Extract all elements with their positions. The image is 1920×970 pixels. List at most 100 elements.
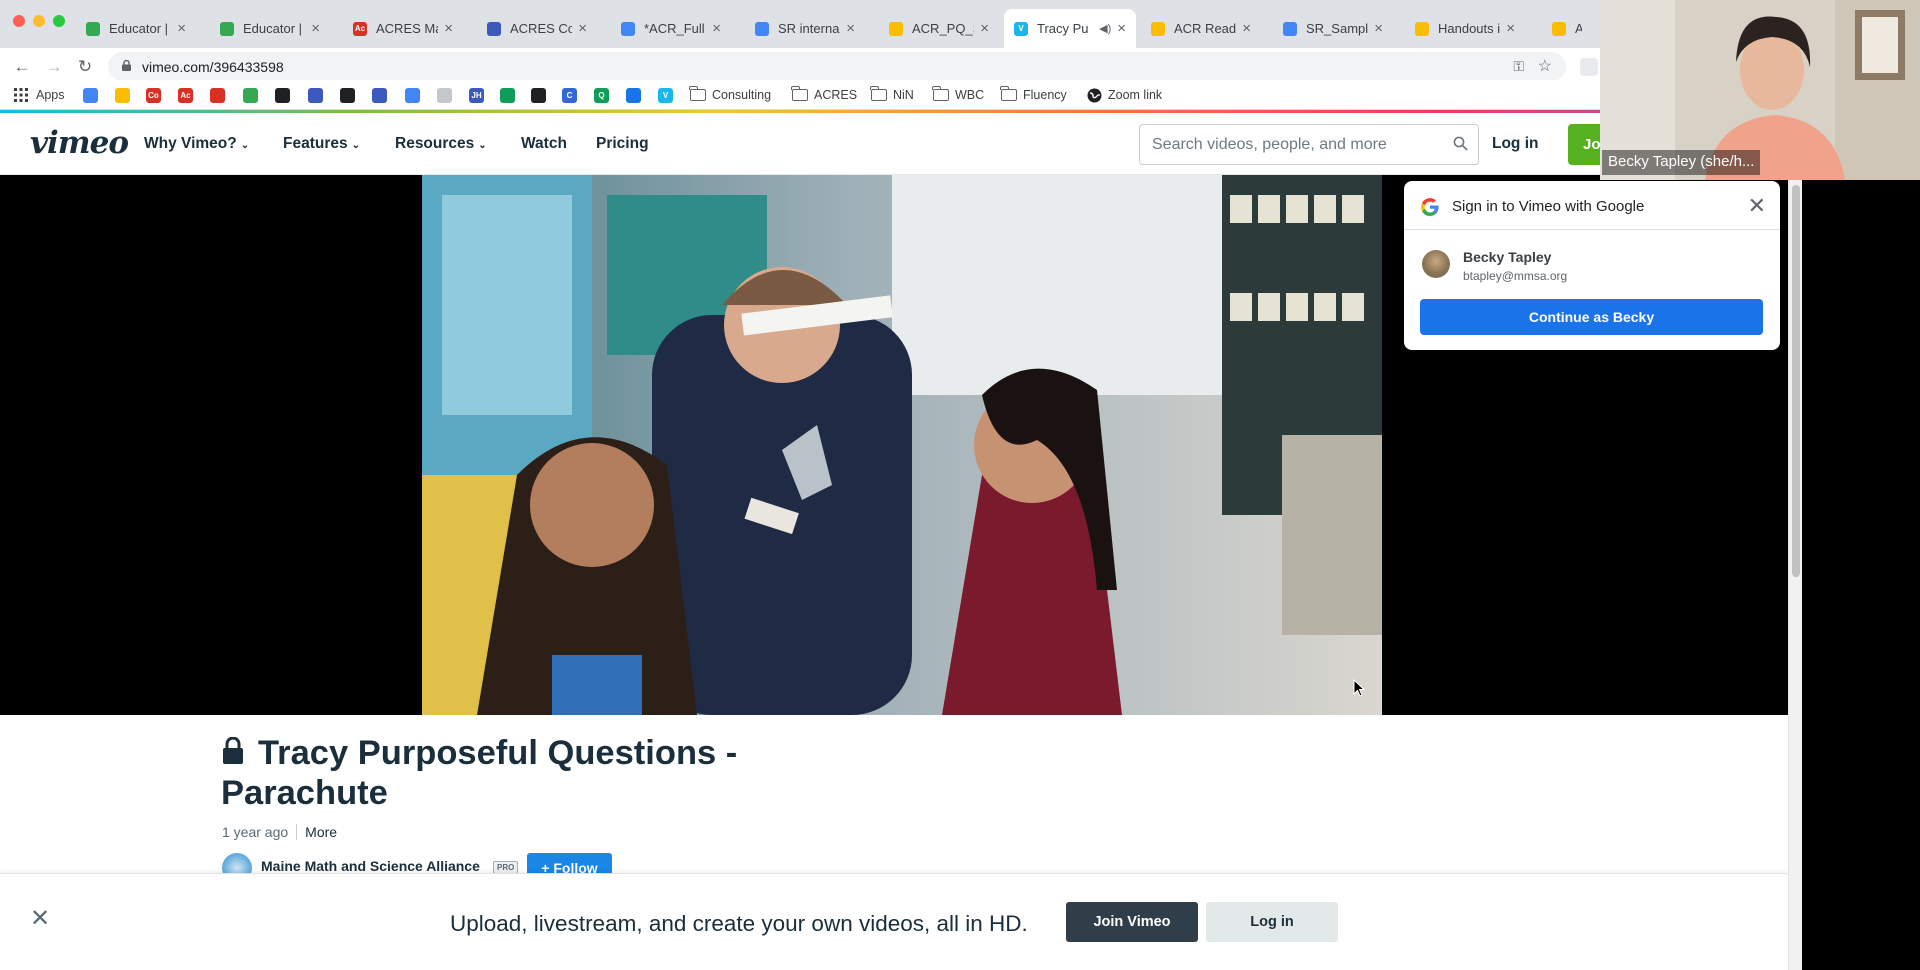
- nav-item[interactable]: Pricing: [596, 135, 649, 153]
- vimeo-logo[interactable]: vimeo: [30, 125, 129, 161]
- vimeo-header: vimeo Why Vimeo? ⌄ Features ⌄ Resources ⌄ Watc…: [0, 113, 1788, 175]
- nav-item[interactable]: Why Vimeo? ⌄: [144, 135, 249, 153]
- close-tab-icon[interactable]: ×: [1117, 20, 1126, 37]
- apps-bookmark[interactable]: Apps: [14, 87, 65, 103]
- bookmark-icon[interactable]: [372, 87, 387, 103]
- browser-tab[interactable]: AC: [1542, 9, 1592, 48]
- bookmark-icon[interactable]: [210, 87, 225, 103]
- reload-icon[interactable]: ↻: [75, 57, 95, 77]
- zoom-window-button[interactable]: [53, 15, 65, 27]
- close-tab-icon[interactable]: ×: [1374, 20, 1383, 37]
- minimize-window-button[interactable]: [33, 15, 45, 27]
- bookmark-folder[interactable]: Consulting: [689, 86, 771, 103]
- search-box[interactable]: [1139, 124, 1479, 165]
- bookmark-icon[interactable]: [243, 87, 258, 103]
- join-vimeo-button[interactable]: Join Vimeo: [1066, 902, 1198, 942]
- folder-icon: [932, 86, 949, 101]
- browser-tab[interactable]: ACRES Coac ×: [477, 9, 597, 48]
- key-icon[interactable]: ⚿: [1513, 58, 1524, 75]
- back-icon[interactable]: ←: [12, 57, 32, 77]
- screen: Educator | T× Educator | T× AcACRES Mast× A…: [0, 0, 1920, 970]
- owner-name[interactable]: Maine Math and Science Alliance: [261, 858, 480, 874]
- tab-favicon-icon: [220, 21, 234, 36]
- bookmark-icon[interactable]: [115, 87, 130, 103]
- close-tab-icon[interactable]: ×: [177, 20, 186, 37]
- bookmark-icon[interactable]: Co: [146, 87, 161, 103]
- close-tab-icon[interactable]: ×: [1506, 20, 1515, 37]
- page-scrollbar[interactable]: [1788, 175, 1802, 970]
- signin-title: Sign in to Vimeo with Google: [1452, 198, 1645, 215]
- close-window-button[interactable]: [13, 15, 25, 27]
- bookmark-icon[interactable]: C: [562, 87, 577, 103]
- browser-tab[interactable]: SR_Sample ×: [1273, 9, 1393, 48]
- bookmark-icon[interactable]: [500, 87, 515, 103]
- browser-tab[interactable]: SR internal r ×: [745, 9, 865, 48]
- nav-item[interactable]: Resources ⌄: [395, 135, 487, 153]
- more-link[interactable]: More: [305, 824, 337, 840]
- close-tab-icon[interactable]: ×: [578, 20, 587, 37]
- nav-item-label: Pricing: [596, 135, 649, 152]
- bookmark-favicon-icon: [243, 87, 258, 103]
- browser-tab[interactable]: ACR_PQ_Sta ×: [879, 9, 999, 48]
- bookmark-favicon-icon: [275, 87, 290, 103]
- bookmark-folder[interactable]: WBC: [932, 86, 984, 103]
- star-icon[interactable]: ☆: [1538, 56, 1552, 76]
- close-tab-icon[interactable]: ×: [980, 20, 989, 37]
- url-text[interactable]: vimeo.com/396433598: [142, 59, 284, 75]
- extension-icon[interactable]: [1580, 58, 1598, 76]
- browser-tab[interactable]: Handouts in ×: [1405, 9, 1525, 48]
- bookmark-folder[interactable]: Fluency: [1000, 86, 1067, 103]
- close-icon[interactable]: ✕: [1748, 193, 1766, 219]
- bookmark-icon[interactable]: V: [658, 87, 673, 103]
- bookmark-icon[interactable]: Ac: [178, 87, 193, 103]
- bookmark-folder[interactable]: NiN: [870, 86, 914, 103]
- nav-item[interactable]: Watch: [521, 135, 567, 153]
- bookmark-icon[interactable]: [308, 87, 323, 103]
- bookmark-icon[interactable]: [437, 87, 452, 103]
- account-avatar: [1422, 250, 1450, 278]
- bookmark-icon[interactable]: [275, 87, 290, 103]
- browser-tab[interactable]: Educator | T ×: [76, 9, 196, 48]
- login-link[interactable]: Log in: [1492, 135, 1539, 153]
- search-icon[interactable]: [1453, 136, 1468, 151]
- browser-tab[interactable]: Ac ACRES Mast ×: [343, 9, 463, 48]
- google-signin-popup: Sign in to Vimeo with Google ✕ Becky Tap…: [1404, 181, 1780, 350]
- bookmark-favicon-icon: Q: [594, 87, 609, 103]
- bookmark-icon[interactable]: Q: [594, 87, 609, 103]
- search-input[interactable]: [1152, 134, 1442, 156]
- close-tab-icon[interactable]: ×: [846, 20, 855, 37]
- speaker-icon[interactable]: ◀): [1099, 22, 1111, 35]
- bookmark-icon[interactable]: JH: [469, 87, 484, 103]
- scroll-thumb[interactable]: [1792, 185, 1800, 577]
- bookmark-icon[interactable]: [531, 87, 546, 103]
- browser-tab[interactable]: ACR Ready ×: [1141, 9, 1261, 48]
- bookmark-folder[interactable]: ACRES: [791, 86, 857, 103]
- video-meta: 1 year ago More: [222, 824, 337, 840]
- browser-tab[interactable]: *ACR_Full M ×: [611, 9, 731, 48]
- tab-favicon-icon: [1283, 21, 1297, 36]
- close-banner-icon[interactable]: ✕: [30, 904, 50, 933]
- tab-favicon-icon: V: [1014, 21, 1028, 36]
- account-name: Becky Tapley: [1463, 249, 1552, 265]
- zoom-video-tile: Becky Tapley (she/h...: [1600, 0, 1920, 180]
- continue-as-button[interactable]: Continue as Becky: [1420, 299, 1763, 335]
- close-tab-icon[interactable]: ×: [1242, 20, 1251, 37]
- bookmark-icon[interactable]: [405, 87, 420, 103]
- nav-item[interactable]: Features ⌄: [283, 135, 360, 153]
- close-tab-icon[interactable]: ×: [444, 20, 453, 37]
- banner-login-button[interactable]: Log in: [1206, 902, 1338, 942]
- browser-tab[interactable]: Educator | T ×: [210, 9, 330, 48]
- browser-tab[interactable]: V Tracy Pu ◀) ×: [1004, 9, 1136, 48]
- address-bar[interactable]: vimeo.com/396433598 ⚿ ☆: [108, 52, 1566, 81]
- zoom-link-bookmark[interactable]: Zoom link: [1087, 87, 1162, 103]
- forward-icon[interactable]: →: [44, 57, 64, 77]
- close-tab-icon[interactable]: ×: [712, 20, 721, 37]
- bookmark-favicon-icon: [531, 87, 546, 103]
- bookmark-icon[interactable]: [340, 87, 355, 103]
- chevron-down-icon: ⌄: [240, 140, 250, 151]
- apps-label: Apps: [36, 88, 65, 102]
- bookmark-icon[interactable]: [626, 87, 641, 103]
- bookmark-icon[interactable]: [83, 87, 98, 103]
- video-frame[interactable]: [422, 175, 1382, 715]
- close-tab-icon[interactable]: ×: [311, 20, 320, 37]
